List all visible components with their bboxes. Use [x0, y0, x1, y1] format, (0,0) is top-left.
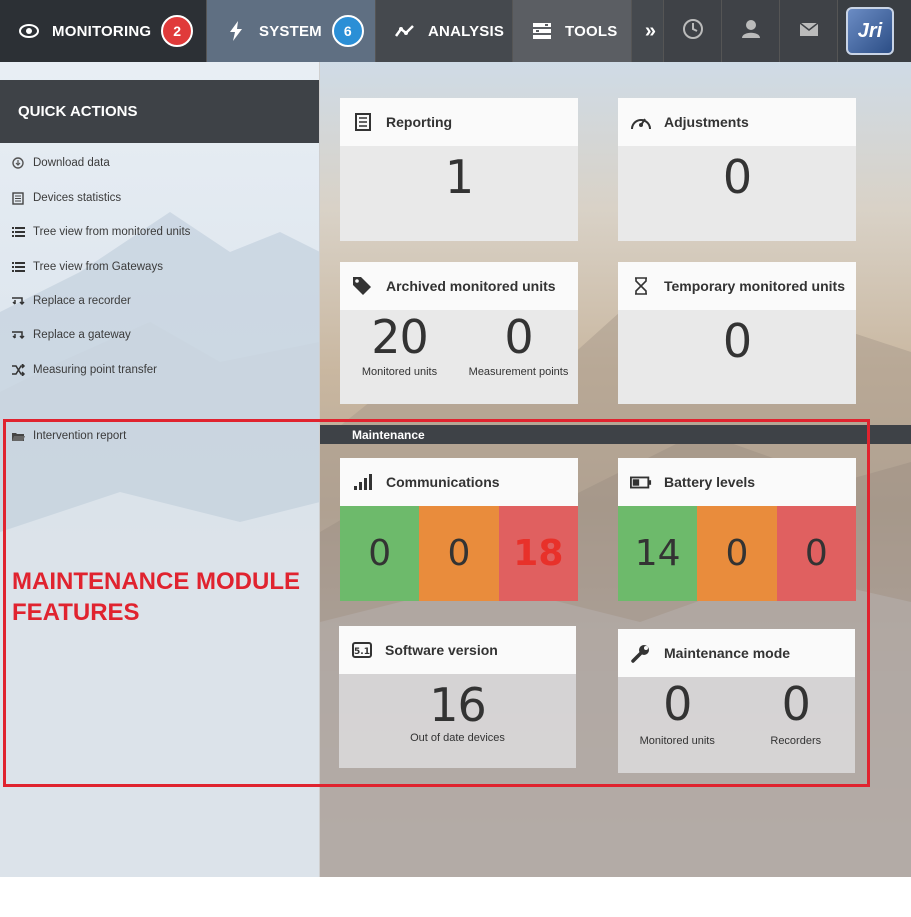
replace-icon [10, 327, 26, 343]
brand-logo[interactable]: Jri [846, 7, 894, 55]
annotation-label: MAINTENANCE MODULE FEATURES [12, 568, 300, 626]
tab-monitoring-label: MONITORING [52, 22, 152, 40]
tab-tools-label: TOOLS [565, 22, 618, 40]
quick-action-replace-recorder[interactable]: Replace a recorder [10, 292, 131, 310]
archived-units-label: Monitored units [361, 366, 438, 378]
tab-analysis[interactable]: ANALYSIS [376, 0, 513, 62]
user-icon [741, 19, 761, 43]
quick-action-label: Tree view from monitored units [33, 226, 191, 238]
download-icon [10, 155, 26, 171]
top-navigation: MONITORING 2 SYSTEM 6 ANALYSIS TOOLS » J… [0, 0, 911, 62]
hourglass-icon [630, 275, 652, 297]
line-chart-icon [394, 20, 416, 42]
double-chevron-right-icon: » [644, 19, 657, 42]
temporary-monitored-units-card[interactable]: Temporary monitored units 0 [618, 262, 856, 404]
archived-units-stat: 20 Monitored units [340, 310, 459, 404]
tree-list-icon [10, 259, 26, 275]
archived-stats: 20 Monitored units 0 Measurement points [340, 310, 578, 404]
quick-action-tree-view-gateways[interactable]: Tree view from Gateways [10, 258, 163, 276]
archived-points-stat: 0 Measurement points [459, 310, 578, 404]
card-header: Reporting [340, 98, 578, 146]
quick-action-label: Replace a recorder [33, 295, 131, 307]
archived-points-count: 0 [504, 310, 533, 364]
replace-icon [10, 293, 26, 309]
tree-list-icon [10, 224, 26, 240]
reporting-count: 1 [444, 150, 474, 204]
document-list-icon [10, 190, 26, 206]
card-title: Archived monitored units [386, 278, 556, 294]
temporary-count: 0 [722, 314, 752, 368]
quick-action-label: Download data [33, 157, 110, 169]
quick-action-download-data[interactable]: Download data [10, 154, 110, 172]
quick-action-replace-gateway[interactable]: Replace a gateway [10, 326, 131, 344]
tab-system-label: SYSTEM [259, 22, 322, 40]
archived-monitored-units-card[interactable]: Archived monitored units 20 Monitored un… [340, 262, 578, 404]
system-count-badge: 6 [331, 15, 364, 47]
monitoring-count-badge: 2 [161, 15, 194, 47]
more-tabs-button[interactable]: » [632, 0, 664, 62]
tab-monitoring[interactable]: MONITORING 2 [0, 0, 207, 62]
eye-icon [18, 20, 40, 42]
card-title: Temporary monitored units [664, 278, 845, 294]
quick-actions-header: QUICK ACTIONS [0, 80, 319, 143]
archived-points-label: Measurement points [468, 366, 569, 378]
quick-action-measuring-point-transfer[interactable]: Measuring point transfer [10, 361, 157, 379]
archived-units-count: 20 [371, 310, 429, 364]
page-bottom [0, 877, 911, 917]
adjustments-count: 0 [722, 150, 752, 204]
quick-action-label: Tree view from Gateways [33, 261, 163, 273]
tab-analysis-label: ANALYSIS [428, 22, 505, 40]
document-list-icon [352, 111, 374, 133]
tab-system[interactable]: SYSTEM 6 [207, 0, 376, 62]
clock-icon [682, 18, 704, 44]
tools-icon [531, 20, 553, 42]
messages-button[interactable] [780, 0, 838, 62]
gauge-icon [630, 111, 652, 133]
shuffle-icon [10, 362, 26, 378]
reporting-card[interactable]: Reporting 1 [340, 98, 578, 241]
history-button[interactable] [664, 0, 722, 62]
user-button[interactable] [722, 0, 780, 62]
card-header: Archived monitored units [340, 262, 578, 310]
card-title: Adjustments [664, 114, 749, 130]
quick-action-label: Replace a gateway [33, 329, 131, 341]
quick-action-devices-statistics[interactable]: Devices statistics [10, 189, 121, 207]
quick-action-label: Measuring point transfer [33, 364, 158, 376]
card-header: Adjustments [618, 98, 856, 146]
quick-action-tree-view-monitored-units[interactable]: Tree view from monitored units [10, 223, 190, 241]
tab-tools[interactable]: TOOLS [513, 0, 632, 62]
card-header: Temporary monitored units [618, 262, 856, 310]
quick-action-label: Devices statistics [33, 192, 122, 204]
envelope-icon [799, 21, 819, 41]
lightning-icon [225, 20, 247, 42]
page: MONITORING 2 SYSTEM 6 ANALYSIS TOOLS » J… [0, 0, 911, 917]
card-title: Reporting [386, 114, 453, 130]
tags-icon [352, 275, 374, 297]
adjustments-card[interactable]: Adjustments 0 [618, 98, 856, 241]
